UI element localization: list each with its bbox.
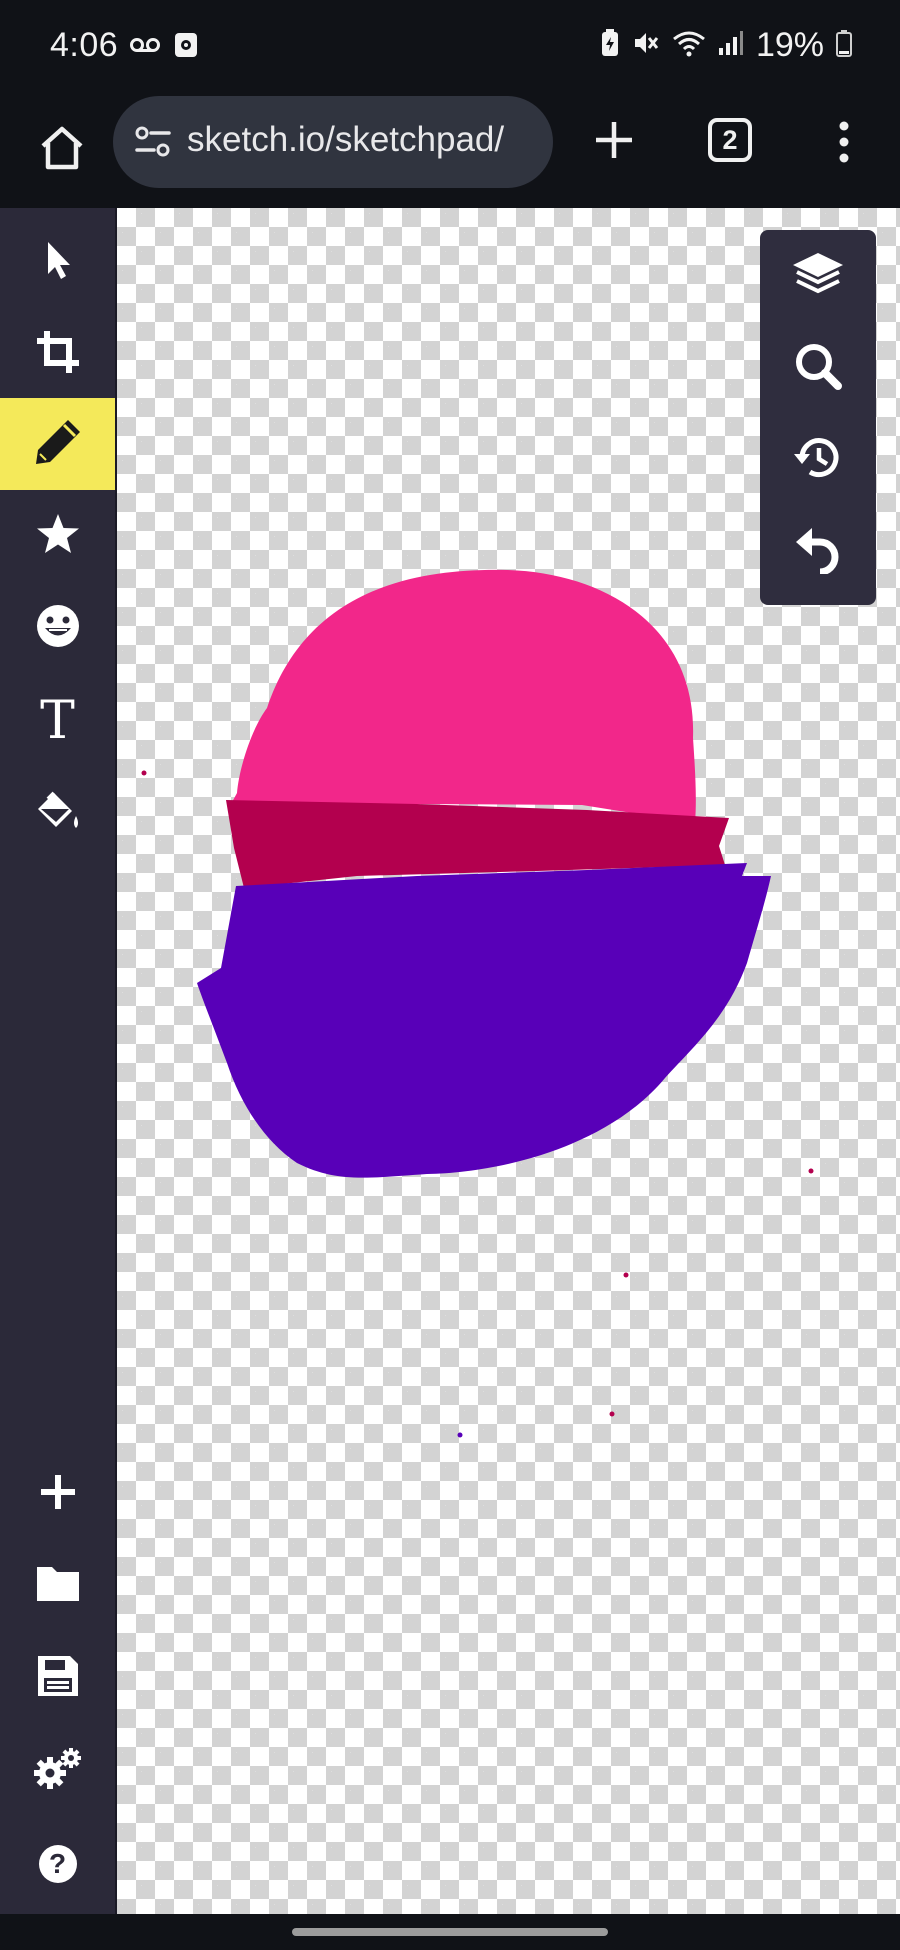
fill-tool-button[interactable] [0, 768, 115, 860]
new-tab-icon [594, 120, 634, 165]
pink-shape [231, 569, 696, 823]
tab-switcher-button[interactable]: 2 [708, 118, 752, 162]
status-time: 4:06 [50, 26, 119, 64]
site-settings-icon[interactable] [133, 122, 173, 167]
purple-shape [197, 863, 771, 1178]
new-button[interactable] [0, 1448, 115, 1540]
text-tool-button[interactable]: T [0, 675, 115, 767]
voicemail-icon [130, 35, 160, 60]
emoji-tool-button[interactable] [0, 582, 115, 674]
layers-icon [791, 251, 845, 302]
emoji-icon [35, 603, 81, 654]
layers-button[interactable] [760, 230, 876, 322]
pencil-icon [32, 416, 84, 473]
plus-icon [39, 1473, 77, 1516]
select-tool-button[interactable] [0, 216, 115, 308]
crop-tool-button[interactable] [0, 308, 115, 400]
stray-dot [623, 1272, 629, 1278]
battery-saver-icon [600, 29, 620, 62]
home-gesture-handle[interactable] [292, 1928, 608, 1936]
pencil-tool-button[interactable] [0, 398, 115, 490]
gears-icon [33, 1746, 83, 1797]
right-tool-panel [760, 230, 876, 605]
home-button[interactable] [30, 118, 94, 182]
text-icon: T [40, 691, 75, 751]
zoom-icon [794, 342, 842, 395]
status-bar: 4:06 19% [0, 0, 900, 96]
crop-icon [35, 329, 81, 380]
stamp-tool-button[interactable] [0, 490, 115, 582]
history-button[interactable] [760, 414, 876, 506]
help-icon: ? [38, 1845, 77, 1883]
home-icon [39, 126, 85, 175]
browser-toolbar: sketch.io/sketchpad/ 2 [0, 96, 900, 208]
url-text[interactable]: sketch.io/sketchpad/ [187, 120, 547, 160]
settings-button[interactable] [0, 1725, 115, 1817]
system-nav-bar [0, 1914, 900, 1950]
star-icon [36, 513, 80, 560]
stray-dot [457, 1432, 463, 1438]
more-menu-icon [837, 120, 851, 169]
new-tab-button[interactable] [582, 110, 646, 174]
stray-dot [141, 770, 147, 776]
history-icon [792, 434, 844, 487]
more-menu-button[interactable] [822, 112, 866, 176]
signal-icon [718, 30, 744, 61]
screen-record-icon [174, 32, 198, 63]
pointer-icon [38, 238, 78, 287]
address-bar[interactable]: sketch.io/sketchpad/ [113, 96, 553, 188]
tab-count: 2 [722, 124, 738, 155]
folder-icon [35, 1563, 81, 1608]
battery-percent: 19% [755, 26, 824, 64]
stray-dot [609, 1411, 615, 1417]
paint-bucket-icon [34, 790, 82, 839]
stray-dot [808, 1168, 814, 1174]
undo-icon [794, 526, 842, 579]
wifi-icon [672, 29, 706, 62]
open-button[interactable] [0, 1539, 115, 1631]
save-button[interactable] [0, 1632, 115, 1724]
save-icon [36, 1654, 80, 1703]
left-toolbar: T ? [0, 208, 117, 1914]
zoom-button[interactable] [760, 322, 876, 414]
battery-icon [836, 29, 852, 62]
undo-button[interactable] [760, 506, 876, 598]
mute-icon [632, 29, 660, 62]
help-button[interactable]: ? [0, 1818, 115, 1910]
